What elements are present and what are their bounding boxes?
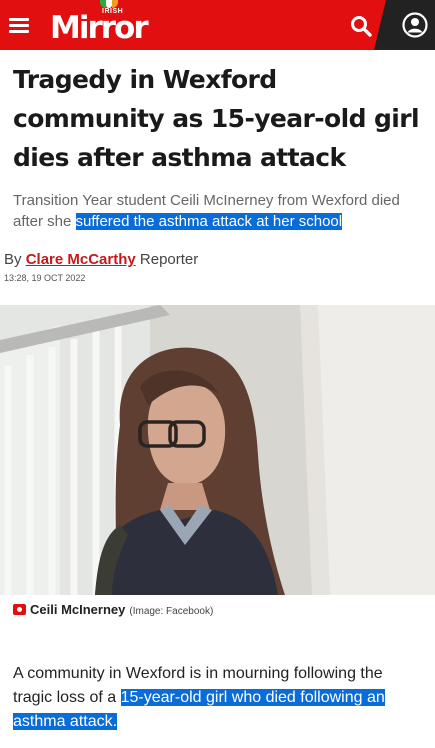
article-standfirst: Transition Year student Ceili McInerney …	[13, 190, 425, 232]
menu-bar	[9, 30, 29, 33]
byline: By Clare McCarthy Reporter	[4, 251, 198, 268]
menu-icon[interactable]	[6, 14, 32, 36]
article-photo[interactable]	[0, 305, 435, 595]
search-icon[interactable]	[349, 14, 373, 38]
logo-main-text: Mirror	[50, 10, 149, 46]
author-role: Reporter	[135, 251, 199, 268]
site-logo[interactable]: IRISH Mirror	[50, 0, 162, 48]
menu-bar	[9, 24, 29, 27]
author-link[interactable]: Clare McCarthy	[26, 251, 136, 268]
standfirst-highlight: suffered the asthma attack at her school	[75, 213, 343, 230]
site-header: IRISH Mirror	[0, 0, 435, 50]
menu-bar	[9, 18, 29, 21]
flag-icon	[100, 0, 118, 8]
publish-timestamp: 13:28, 19 OCT 2022	[4, 273, 86, 283]
account-tab-edge	[374, 0, 386, 50]
account-button[interactable]	[374, 0, 435, 50]
article-paragraph: A community in Wexford is in mourning fo…	[13, 662, 425, 734]
byline-prefix: By	[4, 251, 26, 268]
photo-caption: Ceili McInerney (Image: Facebook)	[13, 602, 213, 617]
article-headline: Tragedy in Wexford community as 15-year-…	[13, 65, 420, 172]
caption-credit: (Image: Facebook)	[129, 606, 214, 617]
account-icon	[402, 12, 428, 38]
camera-icon	[13, 604, 26, 615]
caption-name: Ceili McInerney	[30, 602, 126, 617]
